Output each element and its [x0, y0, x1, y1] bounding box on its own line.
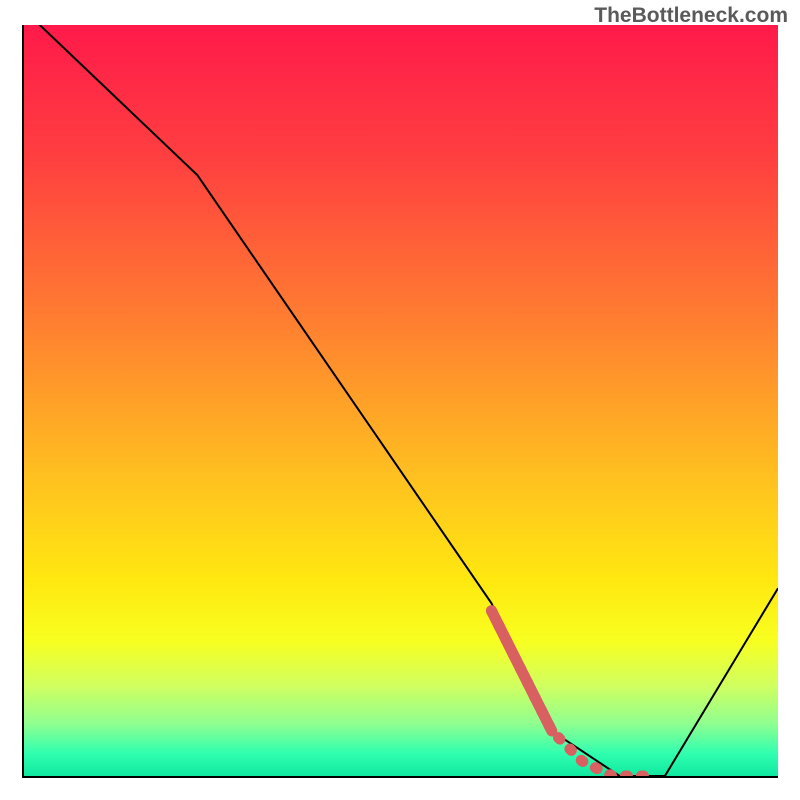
chart-plot-area [22, 25, 778, 778]
highlighted-segment [491, 611, 657, 776]
chart-curves [24, 25, 778, 776]
watermark-text: TheBottleneck.com [594, 4, 788, 28]
bottleneck-curve [24, 25, 778, 776]
